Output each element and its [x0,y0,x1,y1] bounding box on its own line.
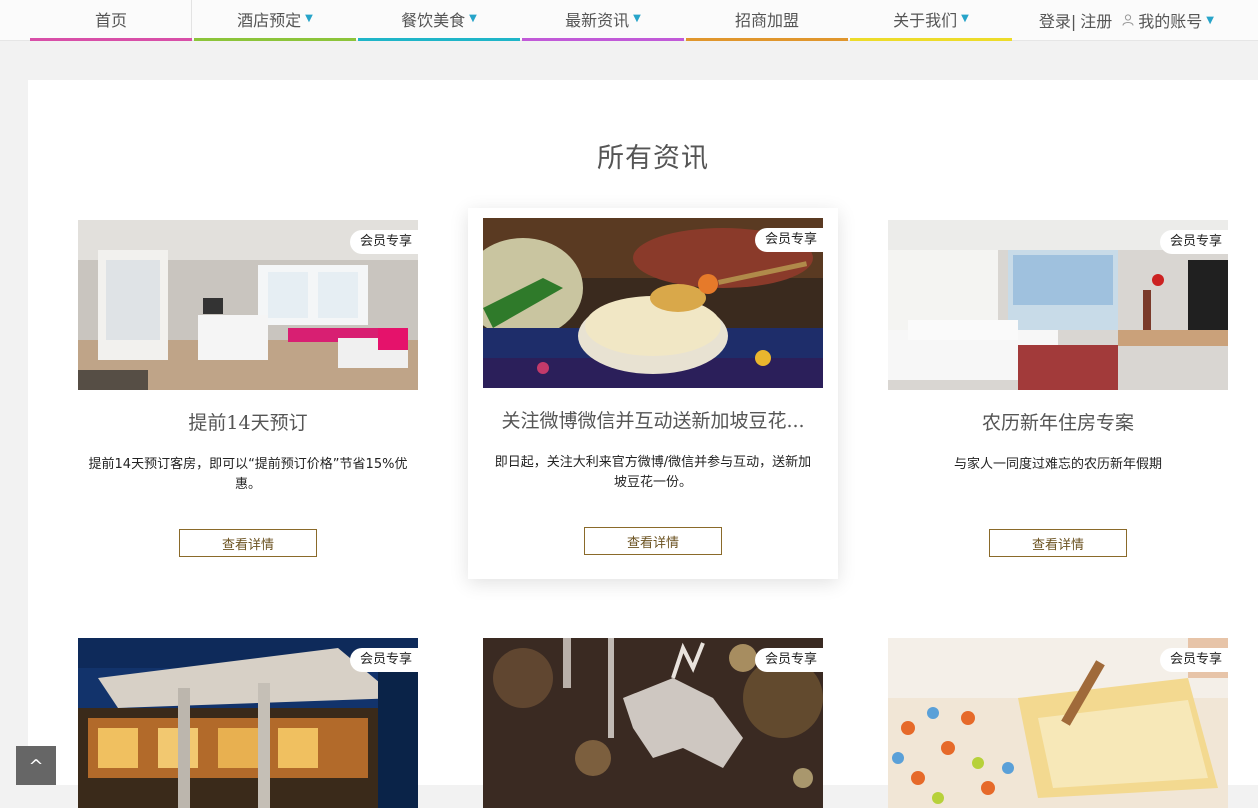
member-exclusive-badge: 会员专享 [754,228,823,252]
news-card: 会员专享 提前14天预订 提前14天预订客房，即可以“提前预订价格”节省15%优… [78,220,418,557]
login-link[interactable]: 登录| [1039,8,1076,32]
card-description: 即日起，关注大利来官方微博/微信并参与互动，送新加坡豆花一份。 [494,455,812,490]
card-title: 农历新年住房专案 [981,412,1134,434]
my-account-link[interactable]: 我的账号 [1138,8,1202,32]
news-card: 会员专享 [78,638,418,808]
member-exclusive-badge: 会员专享 [349,648,418,672]
nav-franchise[interactable]: 招商加盟 [686,0,848,41]
crepe-cake-photo[interactable]: 会员专享 [888,638,1228,808]
glass-reindeer-photo[interactable]: 会员专享 [483,638,823,808]
view-details-button[interactable]: 查看详情 [584,527,722,555]
member-exclusive-badge: 会员专享 [349,230,418,254]
member-exclusive-badge: 会员专享 [754,648,823,672]
suite-photo[interactable]: 会员专享 [888,220,1228,390]
chevron-down-icon: ▼ [469,12,477,24]
nav-dining-label: 餐饮美食 [401,11,466,30]
room-photo[interactable]: 会员专享 [78,220,418,390]
account-area: 登录| 注册 我的账号 ▼ [1039,0,1214,40]
nav-home-label: 首页 [94,11,127,30]
view-details-button[interactable]: 查看详情 [179,529,317,557]
section-title: 所有资讯 [597,143,709,174]
hotel-exterior-photo[interactable]: 会员专享 [78,638,418,808]
card-description: 提前14天预订客房，即可以“提前预订价格”节省15%优惠。 [88,457,408,492]
news-card: 会员专享 [888,638,1228,808]
nav-home[interactable]: 首页 [30,0,192,41]
chevron-down-icon: ▼ [305,12,313,24]
nav-about-label: 关于我们 [893,11,958,30]
member-exclusive-badge: 会员专享 [1159,648,1228,672]
news-card: 会员专享 关注微博微信并互动送新加坡豆花... 即日起，关注大利来官方微博/微信… [468,208,838,579]
chevron-down-icon: ▼ [633,12,641,24]
nav-hotel-booking-label: 酒店预定 [237,11,302,30]
news-card: 会员专享 农历新年住房专案 与家人一同度过难忘的农历新年假期 查看详情 [888,220,1228,557]
card-title: 关注微博微信并互动送新加坡豆花... [501,410,805,432]
news-card: 会员专享 [483,638,823,808]
nav-franchise-label: 招商加盟 [734,11,799,30]
nav-dining[interactable]: 餐饮美食 ▼ [358,0,520,41]
card-title: 提前14天预订 [188,412,308,434]
dessert-photo[interactable]: 会员专享 [483,218,823,388]
card-description: 与家人一同度过难忘的农历新年假期 [953,457,1162,472]
register-link[interactable]: 注册 [1080,8,1112,32]
nav-news-label: 最新资讯 [565,11,630,30]
nav-divider [191,0,192,38]
view-details-button[interactable]: 查看详情 [989,529,1127,557]
nav-news[interactable]: 最新资讯 ▼ [522,0,684,41]
nav-hotel-booking[interactable]: 酒店预定 ▼ [194,0,356,41]
member-exclusive-badge: 会员专享 [1159,230,1228,254]
back-to-top-button[interactable]: ^ [16,746,56,785]
nav-about[interactable]: 关于我们 ▼ [850,0,1012,41]
user-icon [1122,14,1134,26]
chevron-down-icon: ▼ [1206,14,1214,26]
chevron-down-icon: ▼ [961,12,969,24]
top-navigation: 首页 酒店预定 ▼ 餐饮美食 ▼ 最新资讯 ▼ 招商加盟 关于我们 ▼ 登录| … [0,0,1258,41]
